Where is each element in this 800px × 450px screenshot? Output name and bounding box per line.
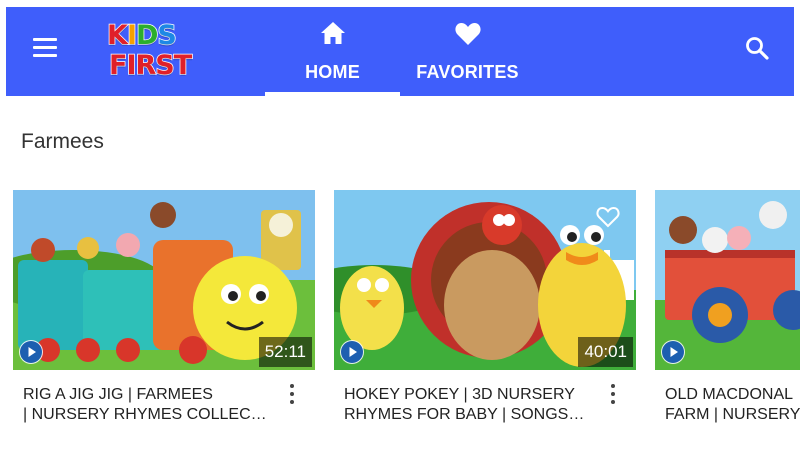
heart-outline-icon[interactable]	[596, 206, 620, 228]
video-duration: 52:11	[258, 337, 312, 367]
tab-favorites-label: FAVORITES	[416, 62, 519, 82]
video-title-line1: HOKEY POKEY | 3D NURSERY	[344, 386, 575, 403]
video-thumbnail[interactable]: 52:11	[13, 190, 315, 370]
tab-home-label: HOME	[305, 62, 360, 82]
home-icon	[320, 21, 346, 50]
kids-first-logo: KIDS FIRST	[104, 18, 196, 82]
video-thumbnail[interactable]: 40:01	[334, 190, 636, 370]
tab-home[interactable]: HOME	[265, 7, 400, 96]
heart-icon	[454, 21, 482, 51]
tab-favorites[interactable]: FAVORITES	[400, 7, 535, 96]
more-options-icon[interactable]	[285, 382, 299, 406]
logo-text-top: KIDS	[106, 20, 177, 51]
video-title-line2: | NURSERY RHYMES COLLEC…	[23, 406, 267, 423]
video-title-line2: RHYMES FOR BABY | SONGS…	[344, 406, 585, 423]
play-icon	[661, 340, 685, 364]
hamburger-menu-icon[interactable]	[33, 38, 57, 58]
section-title: Farmees	[21, 130, 104, 153]
video-title[interactable]: HOKEY POKEY | 3D NURSERY RHYMES FOR BABY…	[344, 385, 589, 425]
video-title-line2: FARM | NURSERY	[665, 406, 800, 423]
active-tab-indicator	[265, 92, 400, 96]
video-title-line1: RIG A JIG JIG | FARMEES	[23, 386, 213, 403]
video-title[interactable]: OLD MACDONAL FARM | NURSERY	[665, 385, 800, 425]
video-card[interactable]: OLD MACDONAL FARM | NURSERY	[655, 190, 800, 450]
video-thumbnail[interactable]	[655, 190, 800, 370]
logo-text-bottom: FIRST	[108, 50, 193, 81]
more-options-icon[interactable]	[606, 382, 620, 406]
play-icon	[340, 340, 364, 364]
video-duration: 40:01	[578, 337, 633, 367]
search-icon[interactable]	[744, 35, 770, 61]
video-title-line1: OLD MACDONAL	[665, 386, 794, 403]
play-icon	[19, 340, 43, 364]
video-title[interactable]: RIG A JIG JIG | FARMEES | NURSERY RHYMES…	[23, 385, 268, 425]
